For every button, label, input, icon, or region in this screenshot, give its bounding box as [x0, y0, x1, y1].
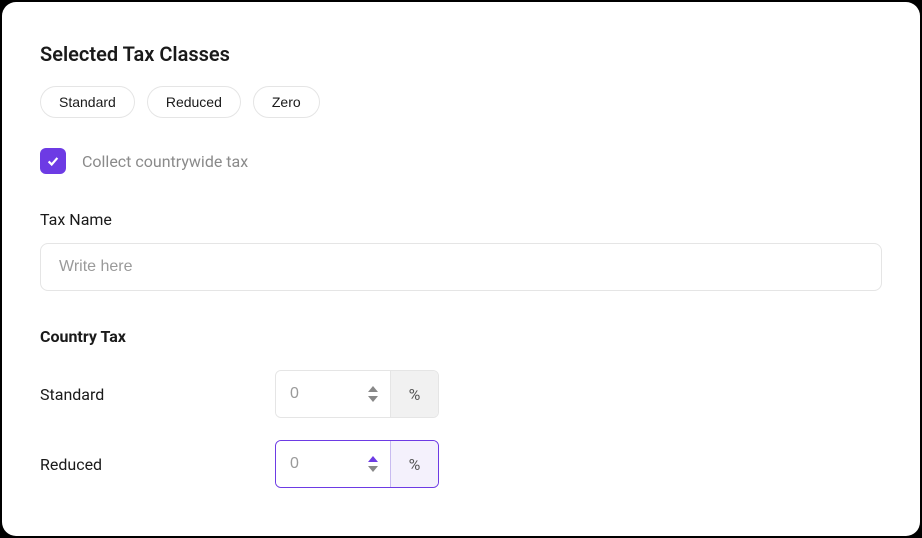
collect-countrywide-row: Collect countrywide tax — [40, 148, 882, 174]
country-tax-title: Country Tax — [40, 327, 882, 346]
stepper-down-icon[interactable] — [368, 466, 378, 472]
tax-row-label: Standard — [40, 385, 275, 404]
stepper-up-icon[interactable] — [368, 456, 378, 462]
tax-settings-card: Selected Tax Classes Standard Reduced Ze… — [2, 2, 920, 536]
percent-unit: % — [390, 371, 438, 417]
stepper-up-icon[interactable] — [368, 386, 378, 392]
tax-row-standard: Standard % — [40, 370, 882, 418]
chip-standard[interactable]: Standard — [40, 86, 135, 118]
reduced-stepper — [362, 441, 390, 487]
tax-name-input[interactable] — [40, 243, 882, 291]
tax-name-label: Tax Name — [40, 210, 882, 229]
stepper-down-icon[interactable] — [368, 396, 378, 402]
standard-rate-input[interactable] — [276, 371, 362, 417]
reduced-rate-input[interactable] — [276, 441, 362, 487]
standard-rate-input-group: % — [275, 370, 439, 418]
collect-countrywide-label: Collect countrywide tax — [82, 152, 248, 171]
check-icon — [46, 154, 60, 168]
chip-zero[interactable]: Zero — [253, 86, 320, 118]
tax-row-reduced: Reduced % — [40, 440, 882, 488]
chip-reduced[interactable]: Reduced — [147, 86, 241, 118]
reduced-rate-input-group: % — [275, 440, 439, 488]
section-title: Selected Tax Classes — [40, 42, 882, 66]
standard-stepper — [362, 371, 390, 417]
collect-countrywide-checkbox[interactable] — [40, 148, 66, 174]
tax-class-chip-row: Standard Reduced Zero — [40, 86, 882, 118]
tax-row-label: Reduced — [40, 455, 275, 474]
percent-unit: % — [390, 441, 438, 487]
